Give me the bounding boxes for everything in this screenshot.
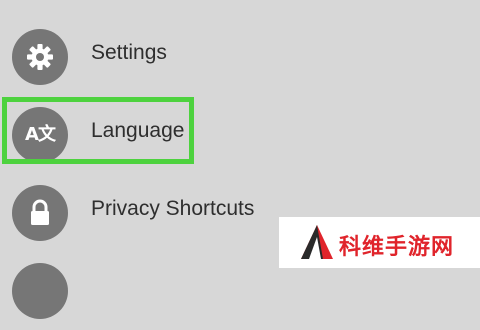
language-icon-glyph: A文: [25, 124, 56, 145]
menu-item-settings-label: Settings: [91, 41, 167, 64]
menu-item-privacy-shortcuts-label: Privacy Shortcuts: [91, 197, 255, 220]
watermark-logo: [301, 225, 333, 259]
menu-item-language-label: Language: [91, 119, 185, 142]
menu-item-language[interactable]: A文 Language: [0, 96, 480, 174]
gear-icon: [12, 29, 68, 85]
menu-item-partial-icon: [12, 263, 68, 319]
lock-icon: [12, 185, 68, 241]
language-icon: A文: [12, 107, 68, 163]
watermark: 科维手游网: [279, 217, 480, 268]
menu-item-settings[interactable]: Settings: [0, 18, 480, 96]
watermark-text: 科维手游网: [339, 235, 455, 260]
